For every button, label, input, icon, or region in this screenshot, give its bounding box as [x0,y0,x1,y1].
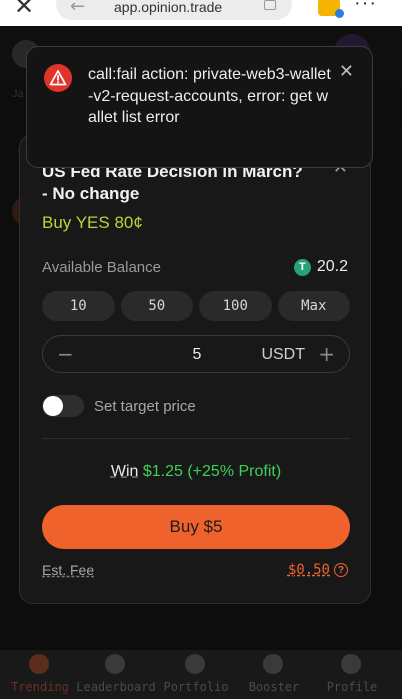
quick-amounts: 10 50 100 Max [42,291,350,321]
close-icon[interactable]: ✕ [339,61,354,82]
fee-value: $0.50 [287,562,330,578]
back-arrow-icon[interactable]: ← [70,0,85,17]
quantity-stepper: − 5 USDT + [42,335,350,373]
info-icon[interactable]: ? [334,563,348,577]
target-price-label: Set target price [94,398,196,415]
tether-icon: T [293,258,311,276]
order-modal: US Fed Rate Decision in March? - No chan… [19,134,371,604]
target-price-toggle[interactable] [42,395,84,417]
warning-icon [44,64,72,92]
flame-icon [29,654,49,674]
url-text: app.opinion.trade [114,0,223,15]
toggle-knob [43,396,63,416]
address-bar[interactable]: ← app.opinion.trade [56,0,292,20]
fee-label: Est. Fee [42,562,95,578]
more-menu-icon[interactable]: ··· [354,0,377,15]
buy-button[interactable]: Buy $5 [42,505,350,549]
pie-chart-icon [185,654,205,674]
nav-label: Leaderboard [76,680,156,694]
nav-item-portfolio[interactable]: Portfolio [156,650,236,699]
browser-close-icon[interactable]: ✕ [14,0,34,20]
amount-button-max[interactable]: Max [277,291,350,321]
win-label: Win [110,463,139,480]
translate-icon[interactable] [264,0,276,10]
nav-label: Profile [326,680,378,694]
win-summary: Win $1.25 (+25% Profit) [20,463,372,481]
nav-item-trending[interactable]: Trending [0,650,80,699]
fee-value-group: $0.50 ? [288,560,348,580]
nav-label: Booster [248,680,300,694]
toast-message: call:fail action: private-web3-wallet-v2… [88,66,331,126]
profile-icon [341,654,361,674]
nav-label: Trending [11,680,69,694]
divider [42,438,350,439]
win-value: $1.25 (+25% Profit) [142,463,282,480]
trophy-icon [105,654,125,674]
nav-item-profile[interactable]: Profile [312,650,392,699]
nav-item-leaderboard[interactable]: Leaderboard [76,650,156,699]
balance-amount: 20.2 [316,258,348,275]
nav-item-booster[interactable]: Booster [234,650,314,699]
amount-button-100[interactable]: 100 [199,291,272,321]
amount-button-50[interactable]: 50 [120,291,193,321]
plus-icon[interactable]: + [318,342,335,366]
balance-value: T 20.2 [293,257,348,277]
extension-icon[interactable] [318,0,344,18]
booster-icon [263,654,283,674]
currency-unit: USDT [261,346,305,363]
order-side-label: Buy YES 80¢ [42,213,143,232]
nav-label: Portfolio [163,680,229,694]
balance-label: Available Balance [42,259,161,276]
bottom-nav: Trending Leaderboard Portfolio Booster P… [0,650,402,699]
browser-bar: ✕ ← app.opinion.trade ··· [0,0,402,26]
error-toast: call:fail action: private-web3-wallet-v2… [26,46,373,168]
amount-button-10[interactable]: 10 [42,291,115,321]
